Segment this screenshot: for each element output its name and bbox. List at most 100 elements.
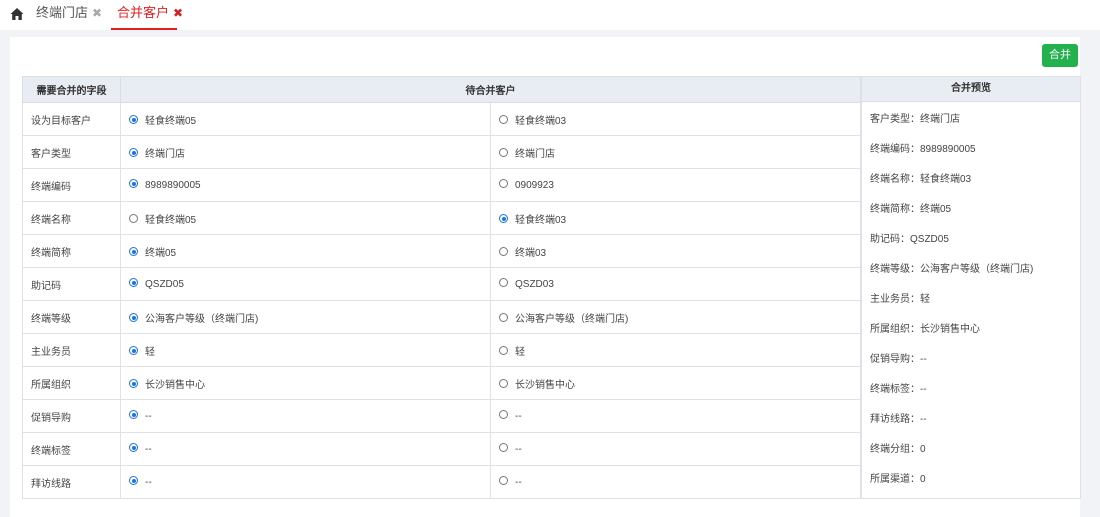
radio-button[interactable] bbox=[499, 379, 508, 389]
radio-button[interactable] bbox=[499, 115, 508, 125]
option-cell-b[interactable]: 0909923 bbox=[490, 168, 861, 202]
option-cell-b[interactable]: 轻食终端03 bbox=[490, 201, 861, 235]
radio-button[interactable] bbox=[499, 476, 508, 486]
option-cell-a[interactable]: 8989890005 bbox=[120, 168, 491, 202]
option-cell-b[interactable]: 长沙销售中心 bbox=[490, 366, 861, 400]
radio-button[interactable] bbox=[129, 115, 138, 125]
column-header-candidates: 待合并客户 bbox=[120, 76, 861, 103]
option-cell-a[interactable]: -- bbox=[120, 465, 491, 499]
field-label: 终端等级 bbox=[22, 300, 121, 334]
tab-terminal-store[interactable]: 终端门店 ✖ bbox=[36, 0, 102, 29]
radio-button[interactable] bbox=[129, 278, 138, 288]
preview-item: 终端等级：公海客户等级（终端门店) bbox=[870, 264, 1034, 275]
option-cell-b[interactable]: 终端03 bbox=[490, 234, 861, 268]
option-cell-a[interactable]: 终端门店 bbox=[120, 135, 491, 169]
field-label: 终端编码 bbox=[22, 168, 121, 202]
option-cell-b[interactable]: QSZD03 bbox=[490, 267, 861, 301]
option-cell-b[interactable]: -- bbox=[490, 465, 861, 499]
radio-button[interactable] bbox=[499, 148, 508, 158]
radio-button[interactable] bbox=[499, 313, 508, 323]
option-value: 长沙销售中心 bbox=[515, 379, 575, 391]
option-value: 轻食终端05 bbox=[145, 214, 197, 226]
radio-button[interactable] bbox=[499, 214, 508, 224]
radio-button[interactable] bbox=[499, 443, 508, 453]
option-cell-a[interactable]: 轻 bbox=[120, 333, 491, 367]
option-value: -- bbox=[515, 476, 522, 488]
field-label: 设为目标客户 bbox=[22, 102, 121, 136]
option-value: 长沙销售中心 bbox=[145, 379, 205, 391]
option-value: -- bbox=[145, 410, 152, 422]
option-cell-a[interactable]: 轻食终端05 bbox=[120, 102, 491, 136]
option-cell-b[interactable]: 轻食终端03 bbox=[490, 102, 861, 136]
preview-item: 所属渠道：0 bbox=[870, 474, 926, 485]
option-value: 终端03 bbox=[515, 247, 547, 259]
preview-item: 主业务员：轻 bbox=[870, 294, 930, 305]
radio-button[interactable] bbox=[129, 313, 138, 323]
option-value: 轻食终端03 bbox=[515, 115, 567, 127]
merge-button[interactable]: 合并 bbox=[1042, 44, 1078, 67]
radio-button[interactable] bbox=[129, 410, 138, 420]
merge-preview-panel: 合并预览 客户类型：终端门店 终端编码：8989890005 终端名称：轻食终端03… bbox=[861, 76, 1081, 499]
field-label: 拜访线路 bbox=[22, 465, 121, 499]
preview-item: 促销导购：-- bbox=[870, 354, 927, 365]
radio-button[interactable] bbox=[129, 247, 138, 257]
option-value: 公海客户等级（终端门店) bbox=[145, 313, 259, 325]
home-icon[interactable] bbox=[10, 7, 24, 21]
preview-item: 终端名称：轻食终端03 bbox=[870, 174, 972, 185]
option-cell-a[interactable]: -- bbox=[120, 399, 491, 433]
option-cell-b[interactable]: -- bbox=[490, 432, 861, 466]
option-value: 轻食终端05 bbox=[145, 115, 197, 127]
option-cell-b[interactable]: 终端门店 bbox=[490, 135, 861, 169]
option-cell-b[interactable]: 轻 bbox=[490, 333, 861, 367]
option-cell-a[interactable]: QSZD05 bbox=[120, 267, 491, 301]
radio-button[interactable] bbox=[129, 443, 138, 453]
option-value: 终端门店 bbox=[145, 148, 185, 160]
option-cell-a[interactable]: 轻食终端05 bbox=[120, 201, 491, 235]
option-cell-b[interactable]: 公海客户等级（终端门店) bbox=[490, 300, 861, 334]
table-row: 终端名称 轻食终端05 轻食终端03 bbox=[22, 201, 861, 235]
radio-button[interactable] bbox=[129, 214, 138, 224]
option-value: -- bbox=[515, 410, 522, 422]
table-row: 设为目标客户 轻食终端05 轻食终端03 bbox=[22, 102, 861, 136]
field-label: 终端简称 bbox=[22, 234, 121, 268]
table-row: 所属组织 长沙销售中心 长沙销售中心 bbox=[22, 366, 861, 400]
column-header-fields: 需要合并的字段 bbox=[22, 76, 121, 103]
field-label: 客户类型 bbox=[22, 135, 121, 169]
radio-button[interactable] bbox=[499, 278, 508, 288]
radio-button[interactable] bbox=[129, 148, 138, 158]
preview-item: 拜访线路：-- bbox=[870, 414, 927, 425]
preview-item: 终端分组：0 bbox=[870, 444, 926, 455]
option-cell-a[interactable]: 公海客户等级（终端门店) bbox=[120, 300, 491, 334]
radio-button[interactable] bbox=[129, 179, 138, 189]
option-value: 轻 bbox=[145, 346, 155, 358]
field-label: 助记码 bbox=[22, 267, 121, 301]
option-value: QSZD03 bbox=[515, 278, 554, 290]
close-icon[interactable]: ✖ bbox=[173, 6, 183, 20]
option-cell-a[interactable]: -- bbox=[120, 432, 491, 466]
table-row: 终端标签 -- -- bbox=[22, 432, 861, 466]
tab-label: 合并客户 bbox=[117, 5, 170, 20]
radio-button[interactable] bbox=[499, 346, 508, 356]
table-row: 拜访线路 -- -- bbox=[22, 465, 861, 499]
table-row: 终端简称 终端05 终端03 bbox=[22, 234, 861, 268]
option-value: 轻 bbox=[515, 346, 525, 358]
option-cell-a[interactable]: 终端05 bbox=[120, 234, 491, 268]
close-icon[interactable]: ✖ bbox=[92, 6, 102, 20]
radio-button[interactable] bbox=[129, 346, 138, 356]
preview-item: 终端标签：-- bbox=[870, 384, 927, 395]
tab-bar: 终端门店 ✖ 合并客户 ✖ bbox=[0, 0, 1100, 30]
radio-button[interactable] bbox=[499, 179, 508, 189]
tab-merge-customer[interactable]: 合并客户 ✖ bbox=[111, 0, 183, 30]
option-value: 终端门店 bbox=[515, 148, 555, 160]
field-label: 终端标签 bbox=[22, 432, 121, 466]
radio-button[interactable] bbox=[129, 379, 138, 389]
preview-title: 合并预览 bbox=[862, 77, 1080, 102]
preview-item: 助记码：QSZD05 bbox=[870, 234, 949, 245]
radio-button[interactable] bbox=[129, 476, 138, 486]
option-cell-b[interactable]: -- bbox=[490, 399, 861, 433]
radio-button[interactable] bbox=[499, 247, 508, 257]
table-row: 客户类型 终端门店 终端门店 bbox=[22, 135, 861, 169]
table-row: 促销导购 -- -- bbox=[22, 399, 861, 433]
radio-button[interactable] bbox=[499, 410, 508, 420]
option-cell-a[interactable]: 长沙销售中心 bbox=[120, 366, 491, 400]
